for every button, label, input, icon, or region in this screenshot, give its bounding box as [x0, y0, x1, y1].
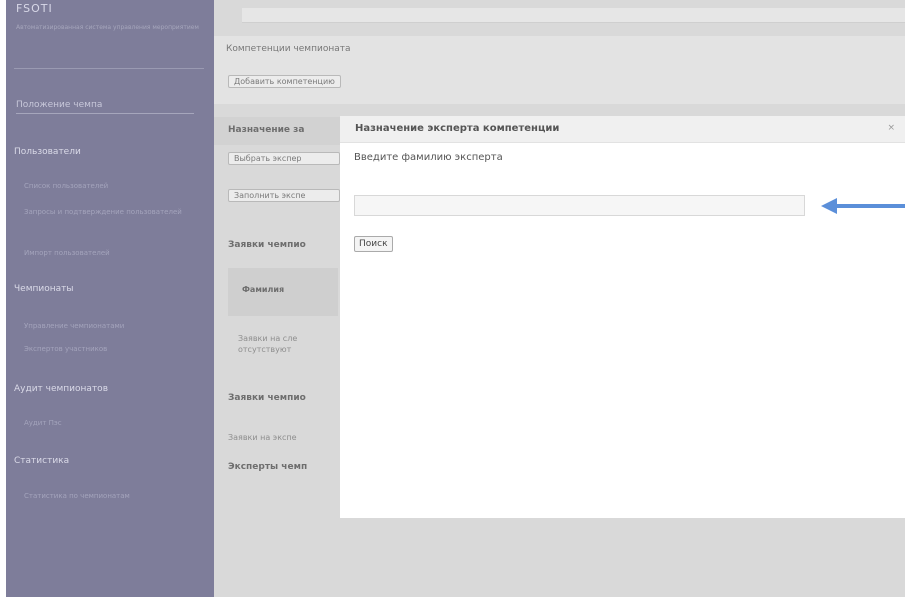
sidebar-item-stats[interactable]: Статистика по чемпионатам	[24, 492, 214, 500]
brand-logo[interactable]: FSOTI	[16, 2, 53, 15]
sidebar-heading-championships[interactable]: Чемпионаты	[14, 284, 73, 294]
sidebar-item-audit[interactable]: Аудит Пэс	[24, 419, 62, 427]
assign-expert-modal: Назначение эксперта компетенции × Введит…	[340, 116, 905, 518]
sidebar-item-championships-manage[interactable]: Управление чемпионатами	[24, 322, 124, 330]
modal-prompt: Введите фамилию эксперта	[354, 152, 503, 163]
pointer-arrow-icon	[821, 198, 905, 214]
no-applications-text-2: отсутствуют	[238, 345, 292, 354]
add-competency-button[interactable]: Добавить компетенцию	[228, 75, 341, 88]
experts-label: Эксперты чемп	[228, 462, 308, 472]
fill-expert-button[interactable]: Заполнить экспе	[228, 189, 340, 202]
sidebar-section-button[interactable]: Положение чемпа	[16, 97, 194, 114]
no-applications-text-1: Заявки на сле	[238, 334, 298, 343]
sidebar-item-championships-experts[interactable]: Экспертов участников	[24, 345, 107, 353]
sidebar-heading-stats[interactable]: Статистика	[14, 456, 69, 466]
expert-surname-input[interactable]	[354, 195, 805, 216]
sidebar-heading-audit[interactable]: Аудит чемпионатов	[14, 384, 108, 394]
expert-applications-text: Заявки на экспе	[228, 433, 297, 442]
brand-subtitle: Автоматизированная система управления ме…	[16, 24, 199, 31]
sidebar-item-users-list[interactable]: Список пользователей	[24, 182, 108, 190]
sidebar: FSOTI Автоматизированная система управле…	[6, 0, 214, 597]
sidebar-item-users-import[interactable]: Импорт пользователей	[24, 249, 110, 257]
page-title: Компетенции чемпионата	[226, 44, 351, 54]
top-bar	[242, 8, 905, 23]
sidebar-divider	[14, 68, 204, 69]
select-expert-button[interactable]: Выбрать экспер	[228, 152, 340, 165]
sidebar-item-users-requests[interactable]: Запросы и подтверждение пользователей	[24, 207, 204, 217]
modal-title: Назначение эксперта компетенции	[355, 123, 560, 134]
applications-label: Заявки чемпио	[228, 240, 306, 250]
close-icon[interactable]: ×	[887, 123, 895, 133]
assign-label: Назначение за	[228, 125, 305, 135]
modal-header: Назначение эксперта компетенции ×	[340, 116, 905, 143]
search-button[interactable]: Поиск	[354, 236, 393, 252]
surname-column-label: Фамилия	[242, 285, 285, 294]
sidebar-heading-users[interactable]: Пользователи	[14, 147, 81, 157]
applications-label-2: Заявки чемпио	[228, 393, 306, 403]
